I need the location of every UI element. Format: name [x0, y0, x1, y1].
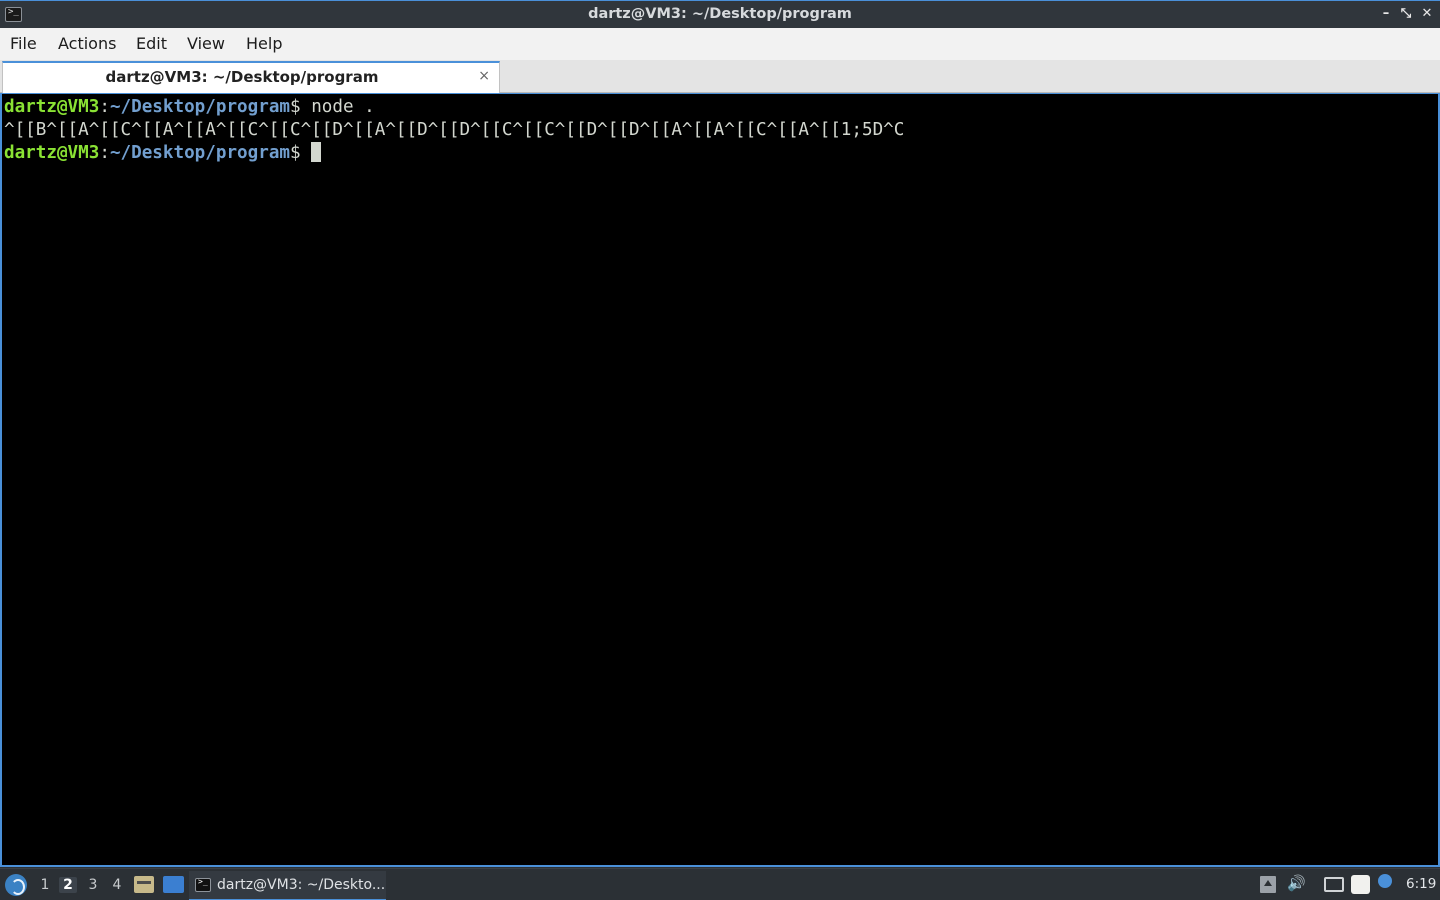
network-icon[interactable] — [1324, 877, 1344, 892]
desktop-3-button[interactable]: 3 — [84, 877, 102, 893]
show-desktop-icon[interactable] — [163, 876, 184, 893]
menu-edit[interactable]: Edit — [136, 34, 167, 53]
menu-view[interactable]: View — [187, 34, 225, 53]
window-title: dartz@VM3: ~/Desktop/program — [588, 6, 852, 22]
minimize-button[interactable]: – — [1377, 5, 1395, 23]
volume-icon[interactable]: 🔊 — [1287, 874, 1307, 892]
clock[interactable]: 6:19 — [1406, 876, 1436, 894]
taskbar-terminal-task[interactable]: >_ dartz@VM3: ~/Deskto... — [189, 871, 386, 900]
task-label: dartz@VM3: ~/Deskto... — [217, 877, 386, 893]
desktop-1-button[interactable]: 1 — [36, 877, 54, 893]
text-cursor — [311, 142, 322, 162]
menu-file[interactable]: File — [10, 34, 37, 53]
tab-bar: dartz@VM3: ~/Desktop/program × — [0, 60, 1440, 93]
prompt-dollar: $ — [290, 143, 301, 163]
prompt-user: dartz@VM3 — [4, 97, 100, 117]
prompt-colon: : — [99, 97, 110, 117]
clipboard-icon[interactable] — [1351, 875, 1370, 894]
terminal-icon: >_ — [195, 877, 211, 892]
window-titlebar[interactable]: >_ dartz@VM3: ~/Desktop/program – ⤡ ✕ — [0, 0, 1440, 28]
command-text — [301, 143, 312, 163]
terminal-output-line: ^[[B^[[A^[[C^[[A^[[A^[[C^[[C^[[D^[[A^[[D… — [4, 120, 905, 140]
menu-help[interactable]: Help — [246, 34, 282, 53]
tray-arrow-icon[interactable] — [1260, 876, 1276, 893]
close-button[interactable]: ✕ — [1418, 5, 1436, 23]
file-manager-icon[interactable] — [134, 876, 154, 893]
command-text: node . — [300, 97, 375, 117]
tab-close-icon[interactable]: × — [478, 68, 490, 84]
prompt-colon: : — [99, 143, 110, 163]
terminal-line-3: dartz@VM3:~/Desktop/program$ — [4, 142, 322, 165]
prompt-path: ~/Desktop/program — [109, 97, 291, 117]
tab-label: dartz@VM3: ~/Desktop/program — [105, 68, 379, 86]
terminal-line-1: dartz@VM3:~/Desktop/program$ node . — [4, 96, 375, 119]
terminal-tab[interactable]: dartz@VM3: ~/Desktop/program × — [2, 61, 500, 93]
taskbar: 1 2 3 4 >_ dartz@VM3: ~/Deskto... 🔊 6:19 — [0, 868, 1440, 900]
desktop-2-button[interactable]: 2 — [59, 877, 77, 893]
terminal-area[interactable]: dartz@VM3:~/Desktop/program$ node . ^[[B… — [0, 93, 1440, 867]
start-menu-icon[interactable] — [5, 874, 27, 896]
desktop-4-button[interactable]: 4 — [108, 877, 126, 893]
prompt-user: dartz@VM3 — [4, 143, 100, 163]
notification-icon[interactable] — [1378, 874, 1392, 888]
prompt-dollar: $ — [290, 97, 301, 117]
menu-actions[interactable]: Actions — [58, 34, 116, 53]
maximize-button[interactable]: ⤡ — [1397, 5, 1415, 23]
prompt-path: ~/Desktop/program — [109, 143, 291, 163]
menu-bar: File Actions Edit View Help — [0, 28, 1440, 60]
